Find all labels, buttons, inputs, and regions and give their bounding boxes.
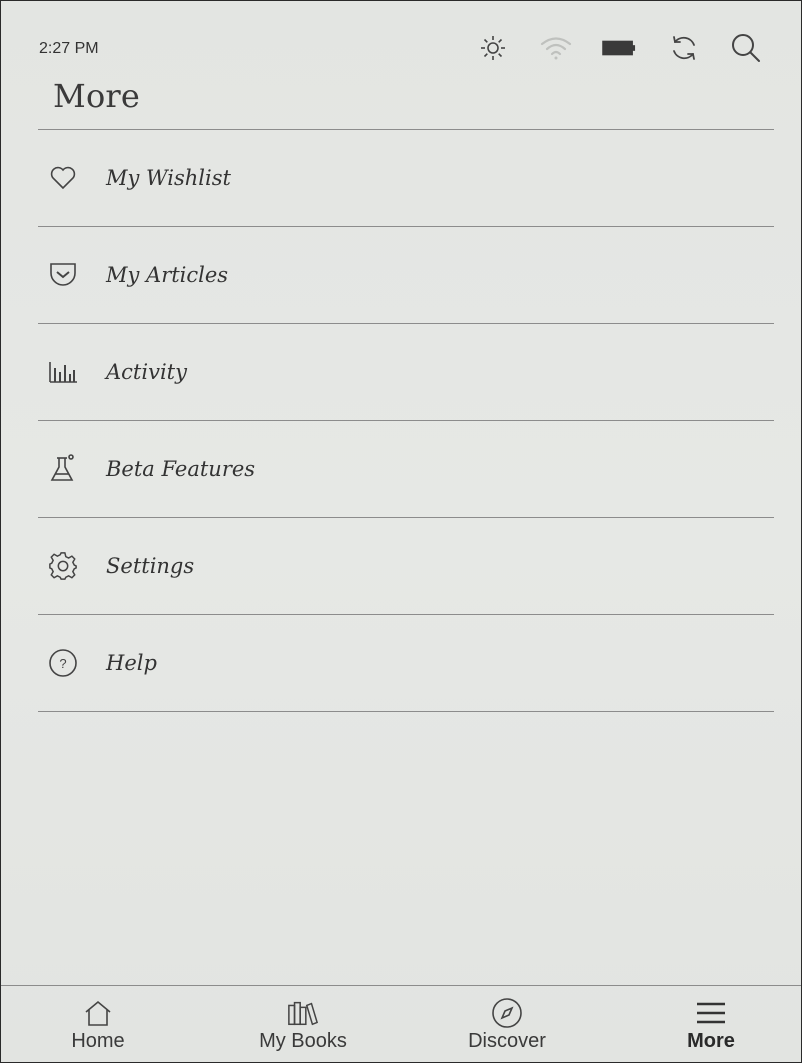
menu-icon	[695, 998, 727, 1028]
nav-label: Discover	[468, 1030, 546, 1052]
nav-label: My Books	[259, 1030, 347, 1052]
status-time: 2:27 PM	[39, 40, 99, 57]
wifi-icon[interactable]	[539, 31, 573, 65]
menu-item-settings[interactable]: Settings	[38, 518, 774, 615]
search-icon[interactable]	[729, 31, 763, 65]
menu-item-activity[interactable]: Activity	[38, 324, 774, 421]
battery-icon	[602, 31, 636, 65]
flask-icon	[48, 454, 78, 484]
nav-more[interactable]: More	[671, 986, 751, 1063]
menu-item-my-articles[interactable]: My Articles	[38, 227, 774, 324]
bar-chart-icon	[48, 357, 78, 387]
brightness-icon[interactable]	[476, 31, 510, 65]
menu-label: My Wishlist	[106, 166, 231, 190]
books-icon	[287, 998, 319, 1028]
heart-icon	[48, 163, 78, 193]
more-menu: My Wishlist My Articles Activity Beta Fe…	[38, 130, 774, 712]
nav-discover[interactable]: Discover	[453, 986, 561, 1063]
sync-icon[interactable]	[667, 31, 701, 65]
home-icon	[82, 998, 114, 1028]
bottom-nav: Home My Books Discover More	[1, 985, 801, 1063]
gear-icon	[48, 551, 78, 581]
pocket-icon	[48, 260, 78, 290]
menu-label: My Articles	[106, 263, 229, 287]
page-title: More	[53, 77, 141, 115]
compass-icon	[491, 998, 523, 1028]
menu-label: Help	[106, 651, 157, 675]
menu-label: Beta Features	[106, 457, 256, 481]
help-icon: ?	[48, 648, 78, 678]
svg-text:?: ?	[59, 656, 66, 671]
nav-label: Home	[71, 1030, 125, 1052]
menu-label: Settings	[106, 554, 195, 578]
menu-item-my-wishlist[interactable]: My Wishlist	[38, 130, 774, 227]
nav-my-books[interactable]: My Books	[241, 986, 365, 1063]
menu-item-help[interactable]: ? Help	[38, 615, 774, 712]
device-screen: 2:27 PM More My Wishlist My Articles Act…	[0, 0, 802, 1063]
nav-home[interactable]: Home	[50, 986, 146, 1063]
nav-label: More	[687, 1030, 735, 1052]
menu-label: Activity	[106, 360, 187, 384]
menu-item-beta-features[interactable]: Beta Features	[38, 421, 774, 518]
